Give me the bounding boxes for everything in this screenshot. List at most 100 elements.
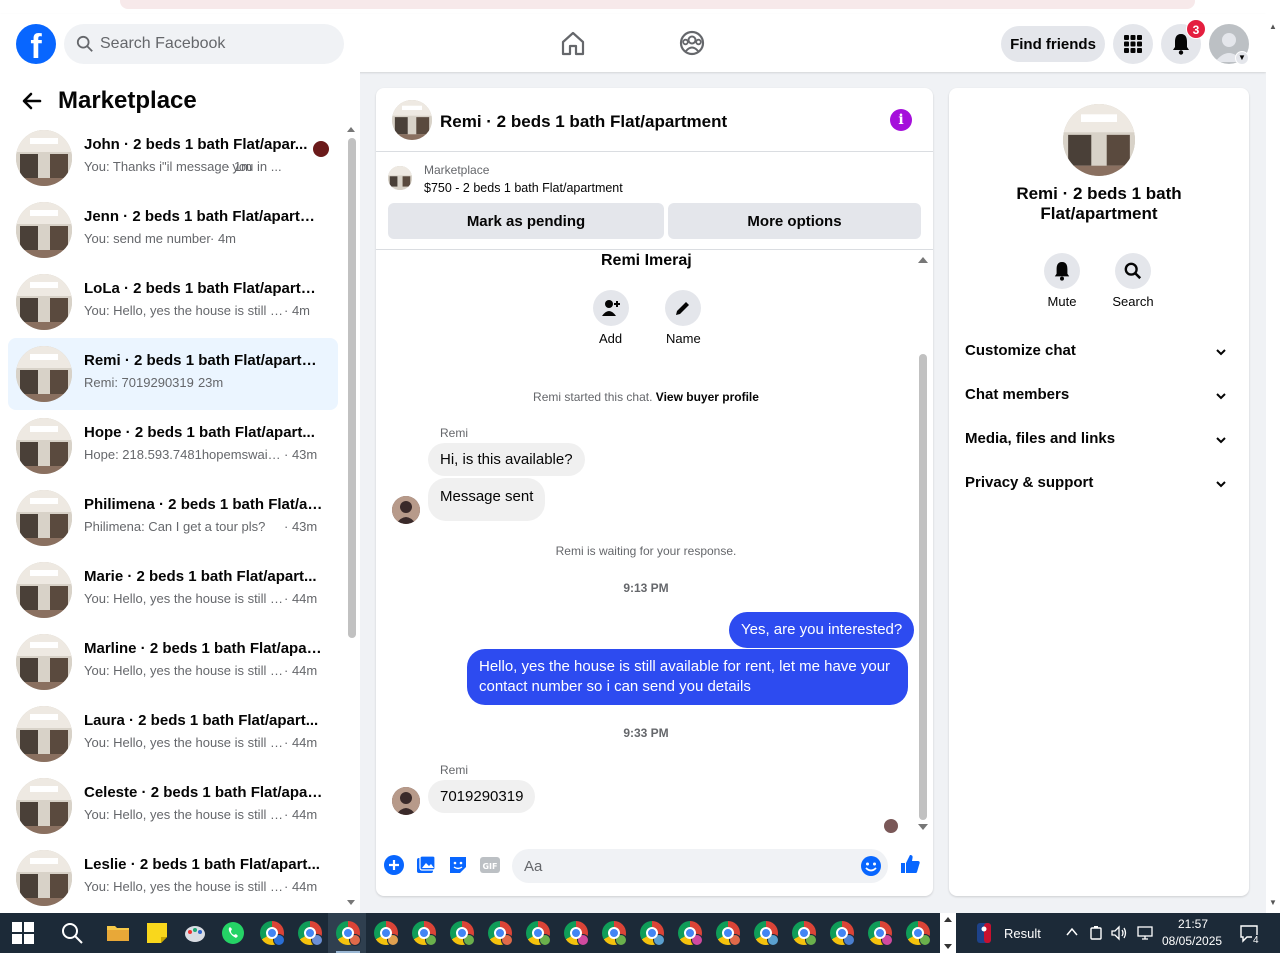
facebook-logo-icon[interactable]: f (16, 24, 56, 64)
conversation-item[interactable]: Philimena · 2 beds 1 bath Flat/ap... Phil… (8, 482, 338, 554)
view-buyer-profile-link[interactable]: View buyer profile (656, 390, 759, 404)
widget-result-text[interactable]: Result (1004, 926, 1041, 941)
chrome-icon[interactable] (906, 921, 931, 946)
message-field[interactable] (512, 849, 888, 883)
whatsapp-icon[interactable] (221, 921, 245, 945)
back-arrow-icon[interactable] (20, 89, 44, 113)
page-scrollbar[interactable]: ▲ ▼ (1266, 14, 1280, 913)
conversation-item[interactable]: Jenn · 2 beds 1 bath Flat/apartm... You: … (8, 194, 338, 266)
search-box[interactable] (64, 24, 344, 64)
search-input[interactable] (100, 24, 330, 64)
listing-category: Marketplace (424, 163, 490, 177)
battery-icon[interactable] (1089, 925, 1103, 941)
message-composer: GIF (376, 834, 933, 896)
marketplace-sidebar: Marketplace John · 2 beds 1 bath Flat/ap… (0, 72, 360, 913)
conversation-name: John · 2 beds 1 bath Flat/apar... (84, 136, 308, 153)
windows-start-icon[interactable] (12, 922, 34, 944)
search-in-chat-button[interactable] (1115, 253, 1151, 289)
sticky-notes-icon[interactable] (145, 921, 169, 945)
chrome-icon[interactable] (260, 921, 285, 946)
chrome-icon[interactable] (488, 921, 513, 946)
clock-date[interactable]: 08/05/2025 (1162, 934, 1222, 948)
conversation-item[interactable]: LoLa · 2 beds 1 bath Flat/apartm... You: … (8, 266, 338, 338)
message-input[interactable] (524, 849, 844, 883)
chrome-icon[interactable] (640, 921, 665, 946)
outgoing-message[interactable]: Yes, are you interested? (729, 612, 915, 648)
chrome-icon[interactable] (450, 921, 475, 946)
conversation-item[interactable]: John · 2 beds 1 bath Flat/apar... You: Th… (8, 122, 338, 194)
contact-name: Remi Imeraj (601, 252, 692, 269)
conversation-item[interactable]: Marie · 2 beds 1 bath Flat/apart... You: … (8, 554, 338, 626)
network-icon[interactable] (1136, 925, 1154, 941)
conversation-thumbnail (16, 634, 72, 690)
sticker-icon[interactable] (447, 854, 469, 876)
chrome-icon[interactable] (678, 921, 703, 946)
listing-price[interactable]: $750 - 2 beds 1 bath Flat/apartment (424, 181, 623, 195)
conversation-item[interactable]: Celeste · 2 beds 1 bath Flat/apar... You:… (8, 770, 338, 842)
add-label: Add (599, 331, 623, 346)
nba-icon[interactable] (976, 922, 992, 944)
incoming-message[interactable]: 7019290319 (428, 780, 536, 813)
chrome-icon[interactable] (564, 921, 589, 946)
chrome-icon[interactable] (716, 921, 741, 946)
chrome-icon[interactable] (830, 921, 855, 946)
clock-time[interactable]: 21:57 (1178, 917, 1208, 931)
chrome-icon[interactable] (526, 921, 551, 946)
incoming-message[interactable]: Hi, is this available? (428, 443, 585, 476)
contact-avatar[interactable] (392, 787, 420, 815)
file-explorer-icon[interactable] (106, 921, 130, 945)
thumbs-up-icon[interactable] (899, 853, 921, 875)
more-options-button[interactable]: More options (668, 203, 921, 239)
conversation-snippet: You: Hello, yes the house is still a... (84, 591, 284, 606)
home-icon[interactable] (558, 28, 588, 58)
chevron-down-icon[interactable]: ▼ (1235, 51, 1249, 65)
chrome-icon[interactable] (336, 921, 361, 946)
search-icon[interactable] (60, 921, 84, 945)
listing-thumbnail-small[interactable] (388, 166, 412, 190)
mark-as-pending-button[interactable]: Mark as pending (388, 203, 664, 239)
groups-icon[interactable] (677, 28, 707, 58)
info-section-1[interactable]: Chat members (965, 386, 1233, 410)
mute-button[interactable] (1044, 253, 1080, 289)
taskbar-scroll[interactable] (940, 913, 956, 953)
photo-icon[interactable] (415, 854, 437, 876)
conversation-time: · 44m (284, 879, 318, 894)
chrome-icon[interactable] (374, 921, 399, 946)
menu-button[interactable] (1113, 24, 1153, 64)
info-section-0[interactable]: Customize chat (965, 342, 1233, 366)
emoji-icon[interactable] (860, 855, 882, 877)
chrome-icon[interactable] (754, 921, 779, 946)
chrome-icon[interactable] (868, 921, 893, 946)
sidebar-scrollbar[interactable] (345, 124, 357, 905)
contact-avatar[interactable] (392, 496, 420, 524)
chrome-icon[interactable] (298, 921, 323, 946)
outgoing-message[interactable]: Hello, yes the house is still available … (467, 649, 908, 705)
chrome-icon[interactable] (412, 921, 437, 946)
find-friends-button[interactable]: Find friends (1001, 26, 1105, 62)
conversation-item[interactable]: Remi · 2 beds 1 bath Flat/apartm... Remi:… (8, 338, 338, 410)
chrome-icon[interactable] (792, 921, 817, 946)
chevron-down-icon (1216, 437, 1226, 444)
info-icon[interactable]: i (890, 109, 912, 131)
nickname-button[interactable] (665, 290, 701, 326)
listing-thumbnail[interactable] (392, 100, 432, 140)
conversation-item[interactable]: Leslie · 2 beds 1 bath Flat/apart... You:… (8, 842, 338, 914)
add-contact-button[interactable] (593, 290, 629, 326)
conversation-item[interactable]: Laura · 2 beds 1 bath Flat/apart... You: … (8, 698, 338, 770)
paint-icon[interactable] (183, 921, 207, 945)
listing-thumbnail-large[interactable] (1063, 104, 1135, 176)
incoming-message[interactable]: Message sent (428, 478, 546, 521)
sender-name: Remi (440, 763, 469, 777)
conversation-item[interactable]: Marline · 2 beds 1 bath Flat/apar... You:… (8, 626, 338, 698)
chevron-up-icon[interactable] (1066, 926, 1078, 938)
chrome-icon[interactable] (602, 921, 627, 946)
plus-circle-icon[interactable] (383, 854, 405, 876)
section-label: Chat members (965, 386, 1070, 403)
chat-scrollbar[interactable] (916, 252, 930, 832)
info-section-2[interactable]: Media, files and links (965, 430, 1233, 454)
mute-label: Mute (1047, 294, 1077, 309)
gif-icon[interactable]: GIF (479, 854, 501, 876)
speaker-icon[interactable] (1111, 925, 1129, 941)
info-section-3[interactable]: Privacy & support (965, 474, 1233, 498)
conversation-item[interactable]: Hope · 2 beds 1 bath Flat/apart... Hope: … (8, 410, 338, 482)
